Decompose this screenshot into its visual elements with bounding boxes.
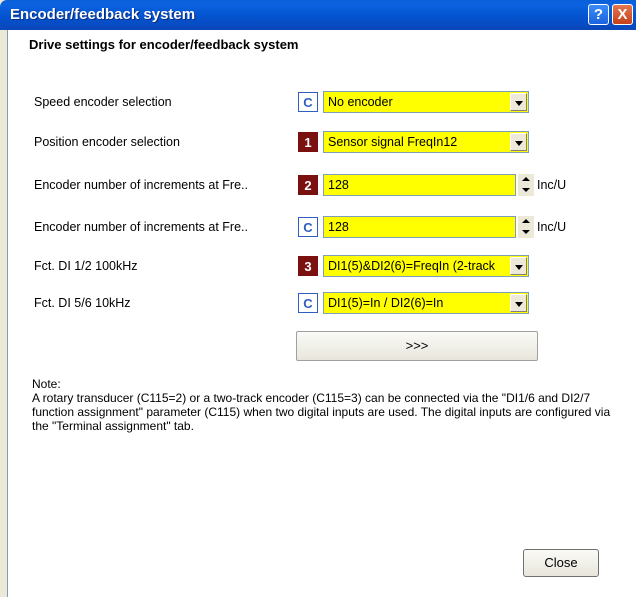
fct-di12-label: Fct. DI 1/2 100kHz	[34, 259, 138, 273]
unit-label: Inc/U	[537, 220, 567, 234]
chevron-down-icon[interactable]	[510, 133, 527, 151]
increments-input-2[interactable]: 128	[323, 216, 516, 238]
spin-up-icon[interactable]	[518, 174, 534, 185]
select-value: Sensor signal FreqIn12	[328, 135, 458, 149]
select-value: DI1(5)=In / DI2(6)=In	[328, 296, 444, 310]
increments-input-1[interactable]: 128	[323, 174, 516, 196]
select-value: No encoder	[328, 95, 393, 109]
step-badge-3: 3	[298, 256, 318, 276]
position-encoder-label: Position encoder selection	[34, 135, 180, 149]
input-value: 128	[328, 178, 349, 192]
step-badge-1: 1	[298, 132, 318, 152]
increments-spinner-2[interactable]	[518, 216, 534, 238]
window-title: Encoder/feedback system	[10, 6, 196, 23]
title-bar[interactable]: Encoder/feedback system ? X	[0, 0, 636, 30]
spin-down-icon[interactable]	[518, 185, 534, 196]
status-badge-c: C	[298, 92, 318, 112]
select-value: DI1(5)&DI2(6)=FreqIn (2-track	[328, 259, 496, 273]
fct-di12-select[interactable]: DI1(5)&DI2(6)=FreqIn (2-track	[323, 255, 529, 277]
step-badge-2: 2	[298, 175, 318, 195]
increments-spinner-1[interactable]	[518, 174, 534, 196]
position-encoder-select[interactable]: Sensor signal FreqIn12	[323, 131, 529, 153]
status-badge-c: C	[298, 293, 318, 313]
fct-di56-label: Fct. DI 5/6 10kHz	[34, 296, 131, 310]
input-value: 128	[328, 220, 349, 234]
chevron-down-icon[interactable]	[510, 294, 527, 312]
fct-di56-select[interactable]: DI1(5)=In / DI2(6)=In	[323, 292, 529, 314]
increments-label-2: Encoder number of increments at Fre..	[34, 220, 248, 234]
window-close-button[interactable]: X	[612, 4, 633, 25]
chevron-down-icon[interactable]	[510, 93, 527, 111]
spin-up-icon[interactable]	[518, 216, 534, 227]
close-button[interactable]: Close	[523, 549, 599, 577]
help-button[interactable]: ?	[588, 4, 609, 25]
section-title: Drive settings for encoder/feedback syst…	[29, 37, 299, 52]
unit-label: Inc/U	[537, 178, 567, 192]
increments-label-1: Encoder number of increments at Fre..	[34, 178, 248, 192]
speed-encoder-label: Speed encoder selection	[34, 95, 172, 109]
speed-encoder-select[interactable]: No encoder	[323, 91, 529, 113]
content-pane: Drive settings for encoder/feedback syst…	[7, 30, 636, 597]
dialog-window: Encoder/feedback system ? X Drive settin…	[0, 0, 636, 597]
status-badge-c: C	[298, 217, 318, 237]
note-heading: Note:	[32, 377, 61, 391]
spin-down-icon[interactable]	[518, 227, 534, 238]
note-text: A rotary transducer (C115=2) or a two-tr…	[32, 391, 611, 433]
chevron-down-icon[interactable]	[510, 257, 527, 275]
more-button[interactable]: >>>	[296, 331, 538, 361]
